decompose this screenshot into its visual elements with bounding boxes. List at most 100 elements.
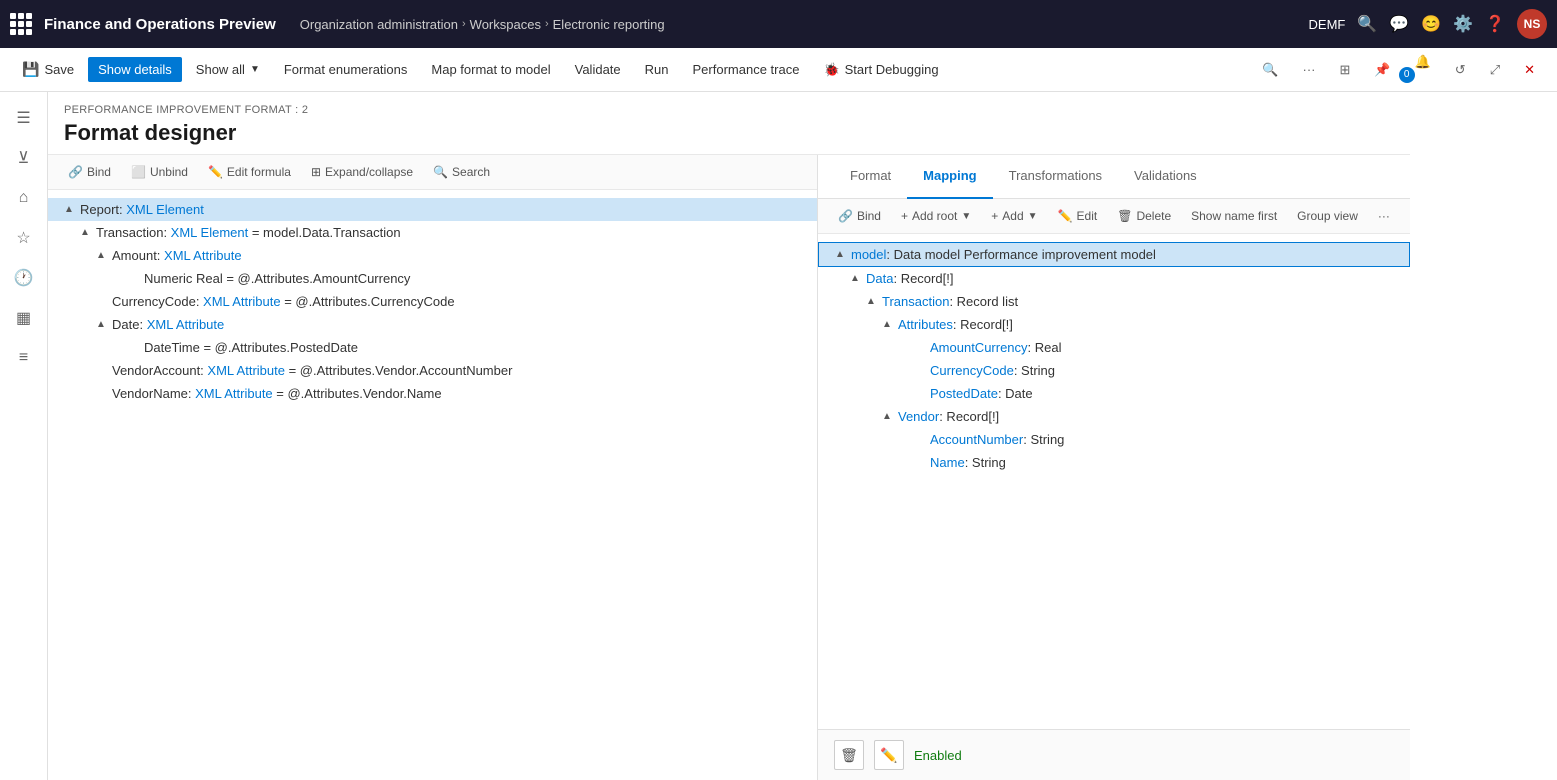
user-avatar[interactable]: NS — [1517, 9, 1547, 39]
right-tree-row[interactable]: Name: String — [818, 451, 1410, 474]
toolbar-refresh-button[interactable]: ↺ — [1445, 57, 1476, 83]
right-tree-row[interactable]: CurrencyCode: String — [818, 359, 1410, 382]
chevron-down-icon: ▼ — [961, 211, 971, 222]
toggle-icon: ▲ — [850, 273, 866, 284]
content-split: 🔗 Bind ⬜ Unbind ✏️ Edit formula ⊞ Expand… — [48, 155, 1410, 780]
validate-button[interactable]: Validate — [565, 57, 631, 82]
sidebar-filter[interactable]: ⊻ — [6, 140, 42, 176]
chevron-down-icon: ▼ — [1028, 211, 1038, 222]
add-button[interactable]: + Add ▼ — [983, 205, 1045, 227]
tab-transformations[interactable]: Transformations — [993, 155, 1118, 199]
tree-row[interactable]: DateTime = @.Attributes.PostedDate — [48, 336, 817, 359]
format-enumerations-button[interactable]: Format enumerations — [274, 57, 418, 82]
app-title: Finance and Operations Preview — [44, 16, 276, 33]
tree-row[interactable]: CurrencyCode: XML Attribute = @.Attribut… — [48, 290, 817, 313]
expand-collapse-button[interactable]: ⊞ Expand/collapse — [303, 161, 421, 183]
nav-sep-2: › — [545, 18, 549, 30]
right-bottom-status: 🗑 ✏️ Enabled — [818, 729, 1410, 780]
apps-icon[interactable] — [10, 13, 32, 35]
right-tree-row[interactable]: AmountCurrency: Real — [818, 336, 1410, 359]
toolbar-right-actions: 🔍 ··· ⊞ 📌 🔔 0 ↺ ⤢ ✕ — [1252, 49, 1545, 91]
edit-formula-button[interactable]: ✏️ Edit formula — [200, 161, 299, 183]
tree-row[interactable]: VendorName: XML Attribute = @.Attributes… — [48, 382, 817, 405]
toggle-icon: ▲ — [96, 319, 112, 330]
save-button[interactable]: 💾 Save — [12, 56, 84, 83]
run-button[interactable]: Run — [635, 57, 679, 82]
tree-row[interactable]: ▲ Amount: XML Attribute — [48, 244, 817, 267]
toolbar-close-button[interactable]: ✕ — [1514, 57, 1545, 83]
mapping-more-button[interactable]: ··· — [1370, 205, 1398, 227]
page-title: Format designer — [64, 120, 1394, 146]
settings-icon[interactable]: ⚙️ — [1453, 14, 1473, 34]
group-view-button[interactable]: Group view — [1289, 205, 1366, 227]
sidebar-hamburger[interactable]: ☰ — [6, 100, 42, 136]
topbar: Finance and Operations Preview Organizat… — [0, 0, 1557, 48]
tree-row[interactable]: ▲ Date: XML Attribute — [48, 313, 817, 336]
add-root-button[interactable]: + Add root ▼ — [893, 205, 979, 227]
performance-trace-button[interactable]: Performance trace — [683, 57, 810, 82]
toggle-icon: ▲ — [835, 249, 851, 260]
toolbar-pin-button[interactable]: 📌 — [1364, 57, 1400, 83]
bind-icon: 🔗 — [838, 209, 853, 223]
main-toolbar: 💾 Save Show details Show all ▼ Format en… — [0, 48, 1557, 92]
map-format-to-model-button[interactable]: Map format to model — [421, 57, 560, 82]
debug-icon: 🐞 — [823, 62, 839, 78]
mapping-bind-button[interactable]: 🔗 Bind — [830, 205, 889, 227]
toolbar-search-button[interactable]: 🔍 — [1252, 57, 1288, 83]
breadcrumb: PERFORMANCE IMPROVEMENT FORMAT : 2 — [64, 104, 1394, 116]
sidebar-clock[interactable]: 🕐 — [6, 260, 42, 296]
delete-icon: 🗑 — [840, 747, 858, 764]
nav-er[interactable]: Electronic reporting — [553, 17, 665, 32]
save-icon: 💾 — [22, 61, 39, 78]
toggle-icon: ▲ — [80, 227, 96, 238]
emoji-icon[interactable]: 😊 — [1421, 14, 1441, 34]
show-name-first-button[interactable]: Show name first — [1183, 205, 1285, 227]
delete-button[interactable]: 🗑 Delete — [1109, 205, 1179, 227]
toolbar-more-button[interactable]: ··· — [1293, 57, 1326, 82]
nav-sep-1: › — [462, 18, 466, 30]
search-icon[interactable]: 🔍 — [1357, 14, 1377, 34]
toolbar-layout-button[interactable]: ⊞ — [1330, 57, 1361, 83]
bind-button[interactable]: 🔗 Bind — [60, 161, 119, 183]
sidebar-star[interactable]: ☆ — [6, 220, 42, 256]
right-tree-row[interactable]: ▲ Vendor: Record[!] — [818, 405, 1410, 428]
edit-status-button[interactable]: ✏️ — [874, 740, 904, 770]
right-tree-row[interactable]: ▲ Data: Record[!] — [818, 267, 1410, 290]
toggle-icon: ▲ — [866, 296, 882, 307]
help-icon[interactable]: ❓ — [1485, 14, 1505, 34]
tree-row[interactable]: ▲ Report: XML Element — [48, 198, 817, 221]
start-debugging-button[interactable]: 🐞 Start Debugging — [813, 57, 948, 83]
tab-validations[interactable]: Validations — [1118, 155, 1213, 199]
sidebar-grid[interactable]: ▦ — [6, 300, 42, 336]
right-tree-row[interactable]: ▲ Attributes: Record[!] — [818, 313, 1410, 336]
edit-icon: ✏️ — [208, 165, 223, 179]
edit-button[interactable]: ✏️ Edit — [1050, 205, 1106, 227]
chevron-down-icon: ▼ — [250, 64, 260, 75]
toolbar-expand-button[interactable]: ⤢ — [1480, 57, 1510, 83]
company-label: DEMF — [1309, 17, 1346, 32]
sidebar-list[interactable]: ≡ — [6, 340, 42, 376]
right-tree: ▲ model: Data model Performance improvem… — [818, 234, 1410, 729]
toolbar-badge-container: 🔔 0 — [1405, 49, 1441, 91]
show-details-button[interactable]: Show details — [88, 57, 182, 82]
tree-row[interactable]: VendorAccount: XML Attribute = @.Attribu… — [48, 359, 817, 382]
nav-workspaces[interactable]: Workspaces — [470, 17, 541, 32]
sidebar-home[interactable]: ⌂ — [6, 180, 42, 216]
comment-icon[interactable]: 💬 — [1389, 14, 1409, 34]
tree-row[interactable]: Numeric Real = @.Attributes.AmountCurren… — [48, 267, 817, 290]
show-all-button[interactable]: Show all ▼ — [186, 57, 270, 82]
search-button-left[interactable]: 🔍 Search — [425, 161, 498, 183]
nav-org[interactable]: Organization administration — [300, 17, 458, 32]
right-tree-row[interactable]: AccountNumber: String — [818, 428, 1410, 451]
tab-format[interactable]: Format — [834, 155, 907, 199]
tree-row[interactable]: ▲ Transaction: XML Element = model.Data.… — [48, 221, 817, 244]
right-tree-row[interactable]: ▲ Transaction: Record list — [818, 290, 1410, 313]
tab-mapping[interactable]: Mapping — [907, 155, 992, 199]
right-tree-row[interactable]: ▲ model: Data model Performance improvem… — [818, 242, 1410, 267]
toggle-icon: ▲ — [64, 204, 80, 215]
left-sidebar: ☰ ⊻ ⌂ ☆ 🕐 ▦ ≡ — [0, 92, 48, 780]
unbind-button[interactable]: ⬜ Unbind — [123, 161, 196, 183]
right-tree-row[interactable]: PostedDate: Date — [818, 382, 1410, 405]
search-icon: 🔍 — [433, 165, 448, 179]
delete-status-button[interactable]: 🗑 — [834, 740, 864, 770]
